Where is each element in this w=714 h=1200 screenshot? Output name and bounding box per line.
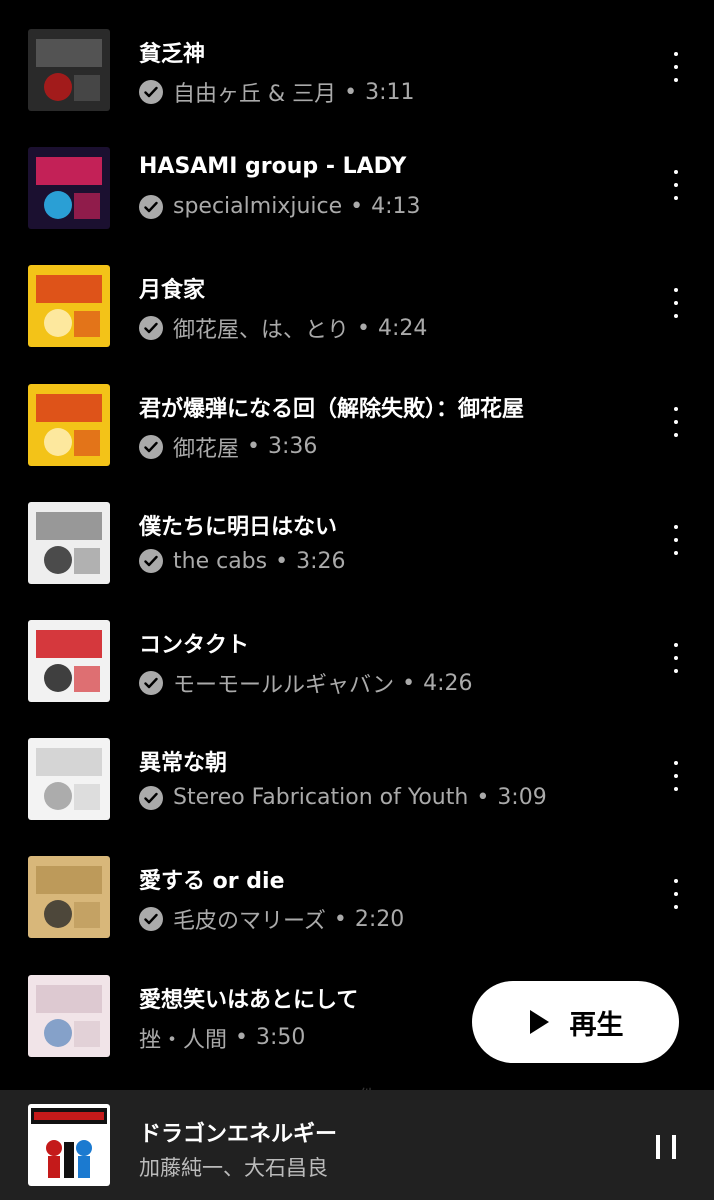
track-title: 愛想笑いはあとにして <box>139 987 359 1013</box>
track-row[interactable]: コンタクトモーモールルギャバン • 4:26 <box>0 591 714 709</box>
verified-check-icon <box>139 316 163 341</box>
track-artist: 御花屋、は、とり <box>173 318 350 344</box>
more-options-icon[interactable] <box>664 761 688 792</box>
now-playing-bar[interactable]: ドラゴンエネルギー 加藤純一、大石昌良 <box>0 1090 714 1200</box>
track-title: 僕たちに明日はない <box>139 514 338 540</box>
now-playing-artist: 加藤純一、大石昌良 <box>139 1156 328 1180</box>
track-subtitle: 挫・人間 • 3:50 <box>139 1022 305 1054</box>
more-options-icon[interactable] <box>664 879 688 910</box>
more-options-icon[interactable] <box>664 406 688 437</box>
track-row[interactable]: 貧乏神自由ヶ丘 & 三月 • 3:11 <box>0 0 714 118</box>
verified-check-icon <box>139 80 163 104</box>
album-art <box>28 738 110 821</box>
track-subtitle: the cabs • 3:26 <box>139 549 346 574</box>
verified-check-icon <box>139 194 163 219</box>
track-row[interactable]: 月食家御花屋、は、とり • 4:24 <box>0 236 714 354</box>
track-duration: 3:09 <box>497 785 547 811</box>
track-duration: 3:36 <box>268 434 318 460</box>
track-subtitle: 御花屋 • 3:36 <box>139 431 317 463</box>
track-title: 君が爆弾になる回（解除失敗）：御花屋 <box>139 396 525 422</box>
album-art <box>28 974 110 1057</box>
track-title: 愛する or die <box>139 869 285 895</box>
verified-check-icon <box>139 785 163 810</box>
pause-icon[interactable] <box>656 1135 676 1159</box>
more-options-icon[interactable] <box>664 288 688 319</box>
track-subtitle: 御花屋、は、とり • 4:24 <box>139 312 427 344</box>
track-artist: Stereo Fabrication of Youth <box>173 785 469 811</box>
album-art <box>28 501 110 584</box>
track-artist: specialmixjuice <box>173 194 343 220</box>
separator-dot: • <box>344 79 358 105</box>
track-artist: the cabs <box>173 548 268 574</box>
verified-check-icon <box>139 907 163 932</box>
album-art <box>28 147 110 230</box>
track-title: 月食家 <box>139 278 206 304</box>
track-artist: 毛皮のマリーズ <box>173 909 326 935</box>
album-art <box>28 265 110 348</box>
track-row[interactable]: 異常な朝 Stereo Fabrication of Youth • 3:09 <box>0 709 714 827</box>
track-artist: 御花屋 <box>173 436 240 462</box>
verified-check-icon <box>139 549 163 574</box>
track-duration: 2:20 <box>354 906 405 932</box>
track-title: 異常な朝 <box>139 751 228 777</box>
play-button[interactable]: 再生 <box>472 981 679 1063</box>
play-icon <box>529 1010 549 1034</box>
separator-dot: • <box>333 906 347 932</box>
album-art <box>28 620 110 702</box>
album-art <box>28 29 110 111</box>
verified-check-icon <box>139 434 163 459</box>
track-title: 貧乏神 <box>139 42 206 67</box>
track-title: HASAMI group - LADY <box>139 154 407 180</box>
track-subtitle: specialmixjuice • 4:13 <box>139 194 421 219</box>
track-subtitle: 自由ヶ丘 & 三月 • 3:11 <box>139 76 415 108</box>
separator-dot: • <box>275 548 289 574</box>
track-row[interactable]: 僕たちに明日はない the cabs • 3:26 <box>0 473 714 591</box>
track-duration: 3:26 <box>296 548 346 574</box>
album-art <box>28 383 110 466</box>
album-art <box>28 856 110 939</box>
track-duration: 4:13 <box>371 194 421 220</box>
play-button-label: 再生 <box>569 1009 624 1041</box>
separator-dot: • <box>402 670 416 696</box>
more-options-icon[interactable] <box>664 52 688 82</box>
now-playing-album-art <box>28 1104 110 1186</box>
track-artist: 挫・人間 <box>139 1027 228 1053</box>
now-playing-title: ドラゴンエネルギー <box>139 1122 338 1147</box>
verified-check-icon <box>139 671 163 695</box>
separator-dot: • <box>235 1025 248 1051</box>
track-duration: 4:26 <box>423 670 473 696</box>
separator-dot: • <box>476 785 490 811</box>
track-artist: モーモールルギャバン <box>173 673 395 698</box>
more-options-icon[interactable] <box>664 524 688 555</box>
separator-dot: • <box>247 434 260 460</box>
track-subtitle: 毛皮のマリーズ • 2:20 <box>139 903 404 935</box>
more-options-icon[interactable] <box>664 170 688 201</box>
more-options-icon[interactable] <box>664 643 688 673</box>
track-title: コンタクト <box>139 633 250 658</box>
track-duration: 3:50 <box>256 1025 306 1051</box>
track-duration: 4:24 <box>378 315 428 341</box>
track-row[interactable]: HASAMI group - LADY specialmixjuice • 4:13 <box>0 118 714 236</box>
separator-dot: • <box>350 194 364 220</box>
track-row[interactable]: 愛する or die 毛皮のマリーズ • 2:20 <box>0 827 714 945</box>
track-subtitle: モーモールルギャバン • 4:26 <box>139 667 473 699</box>
track-row[interactable]: 君が爆弾になる回（解除失敗）：御花屋御花屋 • 3:36 <box>0 355 714 473</box>
track-duration: 3:11 <box>365 79 415 105</box>
separator-dot: • <box>357 315 370 341</box>
track-subtitle: Stereo Fabrication of Youth • 3:09 <box>139 785 547 810</box>
track-artist: 自由ヶ丘 & 三月 <box>173 82 337 107</box>
